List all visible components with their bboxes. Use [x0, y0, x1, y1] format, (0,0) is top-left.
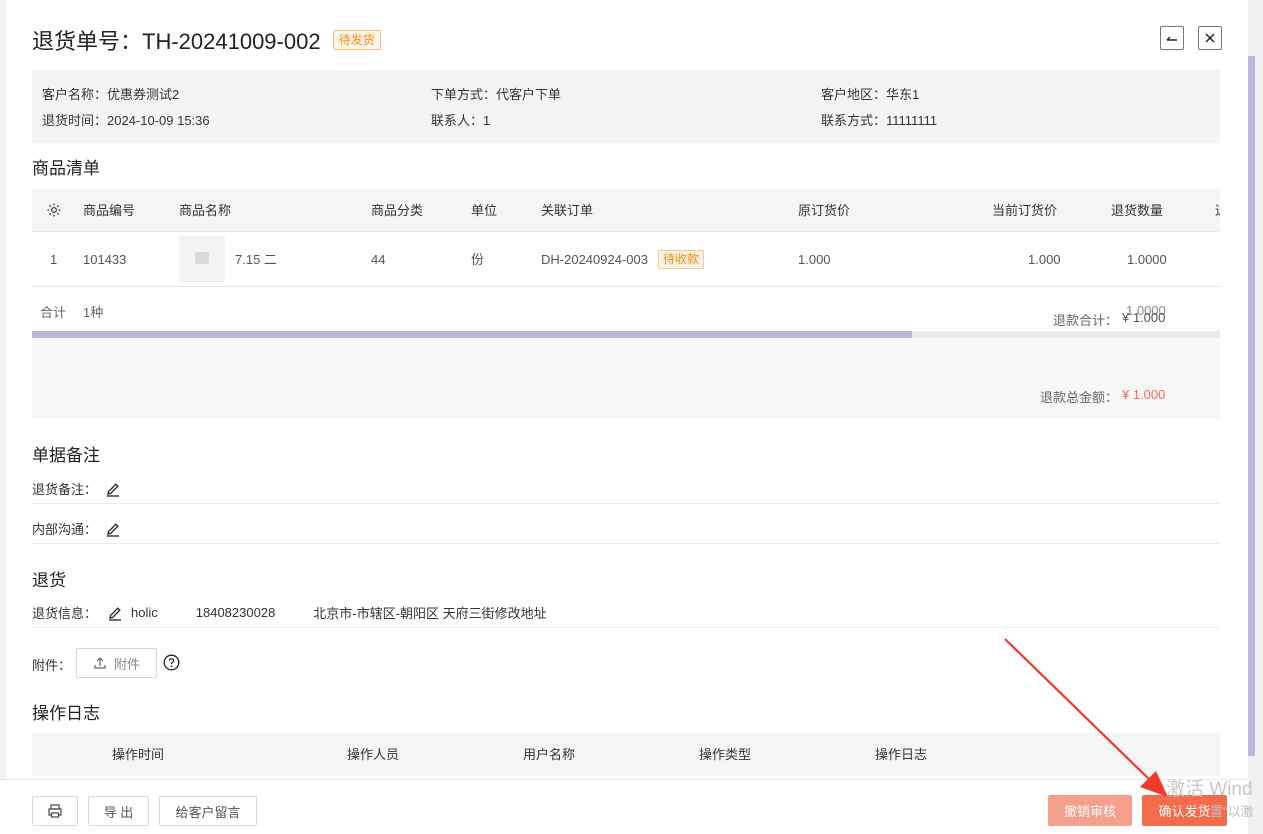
linked-order[interactable]: DH-20240924-003	[541, 232, 648, 287]
image-placeholder-icon	[195, 252, 209, 264]
log-column-time: 操作时间	[112, 747, 165, 762]
product-thumbnail	[179, 236, 225, 282]
divider	[32, 503, 1220, 504]
edit-pencil-icon[interactable]	[105, 521, 121, 537]
log-column-username: 用户名称	[523, 747, 576, 762]
column-header-return-qty: 退货数量	[1111, 203, 1164, 218]
goods-section-title: 商品清单	[32, 159, 100, 178]
return-note-field: 退货备注：	[32, 479, 121, 498]
log-table-header: 操作时间 操作人员 用户名称 操作类型 操作日志	[32, 733, 1220, 776]
edit-pencil-icon[interactable]	[107, 605, 123, 621]
question-circle-icon	[163, 654, 180, 671]
total-kinds: 1种	[83, 305, 104, 320]
column-header-code: 商品编号	[83, 203, 136, 218]
attachment-upload-button[interactable]: 附件	[76, 648, 157, 678]
scrollbar-thumb[interactable]	[32, 331, 912, 338]
column-header-original-price: 原订货价	[798, 203, 851, 218]
arrow-left-icon	[1166, 36, 1177, 41]
activation-watermark-sub: 置"以激	[1210, 804, 1254, 819]
edit-pencil-icon[interactable]	[105, 481, 121, 497]
attachment-button-label: 附件	[113, 656, 140, 672]
return-info-label: 退货信息：	[32, 606, 98, 621]
page-title: 退货单号：TH-20241009-002 待发货	[32, 24, 381, 56]
divider	[32, 627, 1220, 628]
column-header-order: 关联订单	[541, 203, 594, 218]
column-header-truncated: 退	[1215, 189, 1220, 232]
message-customer-button[interactable]: 给客户留言	[159, 796, 257, 826]
help-question-icon[interactable]	[163, 654, 180, 676]
close-button[interactable]	[1198, 26, 1222, 50]
return-section-title: 退货	[32, 571, 66, 590]
refund-subtotal-value: ¥ 1.000	[1122, 310, 1166, 325]
divider	[32, 543, 1220, 544]
gear-icon	[47, 203, 61, 217]
return-time: 退货时间：2024-10-09 15:36	[42, 113, 210, 128]
remarks-section-title: 单据备注	[32, 446, 100, 465]
order-info-panel	[32, 70, 1220, 143]
export-button[interactable]: 导 出	[88, 796, 149, 826]
refund-total-label: 退款总金额：	[1040, 390, 1119, 405]
return-info-field: 退货信息： holic 18408230028 北京市-市辖区-朝阳区 天府三街…	[32, 603, 547, 622]
internal-note-label: 内部沟通：	[32, 522, 98, 537]
revoke-review-button[interactable]: 撤销审核	[1048, 795, 1132, 826]
column-header-current-price: 当前订货价	[992, 203, 1058, 218]
upload-icon	[94, 657, 106, 669]
return-order-number: 退货单号：TH-20241009-002	[32, 29, 321, 54]
current-price: 1.000	[1028, 252, 1061, 267]
log-column-type: 操作类型	[699, 747, 752, 762]
order-method: 下单方式：代客户下单	[431, 87, 562, 102]
product-name: 7.15 二	[235, 252, 277, 267]
return-contact-phone: 18408230028	[195, 605, 276, 620]
product-category: 44	[371, 252, 386, 267]
activation-watermark: 激活 Wind	[1166, 779, 1253, 800]
goods-table-header: 商品编号 商品名称 商品分类 单位 关联订单 原订货价 当前订货价 退货数量 退	[32, 189, 1220, 232]
print-button[interactable]	[32, 796, 78, 826]
return-note-label: 退货备注：	[32, 482, 98, 497]
product-code: 101433	[83, 252, 127, 267]
close-icon	[1205, 33, 1215, 43]
log-section-title: 操作日志	[32, 704, 100, 723]
customer-name: 客户名称：优惠券测试2	[42, 87, 180, 102]
attachment-label: 附件：	[32, 658, 72, 673]
column-header-category: 商品分类	[371, 203, 424, 218]
backdrop-edge	[0, 0, 6, 834]
vertical-scrollbar[interactable]	[1248, 0, 1263, 834]
return-contact-name: holic	[131, 605, 158, 620]
contact-person: 联系人：1	[431, 113, 491, 128]
contact-phone: 联系方式：11111111	[821, 113, 938, 128]
printer-icon	[48, 804, 62, 818]
row-index: 1	[50, 252, 58, 267]
total-label: 合计	[40, 305, 67, 320]
customer-region: 客户地区：华东1	[821, 87, 920, 102]
settings-gear-icon[interactable]	[46, 202, 62, 223]
log-column-operator: 操作人员	[347, 747, 400, 762]
refund-summary-panel	[32, 338, 1220, 419]
original-price: 1.000	[798, 252, 831, 267]
return-address: 北京市-市辖区-朝阳区 天府三街修改地址	[313, 606, 547, 621]
product-unit: 份	[471, 252, 485, 267]
log-column-log: 操作日志	[875, 747, 928, 762]
status-badge: 待发货	[332, 30, 381, 50]
refund-total-value: ¥ 1.000	[1122, 387, 1166, 402]
return-quantity: 1.0000	[1127, 252, 1167, 267]
collapse-button[interactable]	[1160, 26, 1184, 50]
scrollbar-thumb[interactable]	[1248, 56, 1255, 756]
table-horizontal-scrollbar[interactable]	[32, 331, 1220, 338]
order-status-badge: 待收款	[658, 250, 705, 269]
column-header-name: 商品名称	[179, 203, 232, 218]
table-row[interactable]: 1 101433 7.15 二 44 份 DH-20240924-003 待收款…	[32, 232, 1220, 287]
refund-subtotal-label: 退款合计：	[1053, 313, 1119, 328]
column-header-unit: 单位	[471, 203, 498, 218]
internal-note-field: 内部沟通：	[32, 519, 121, 538]
